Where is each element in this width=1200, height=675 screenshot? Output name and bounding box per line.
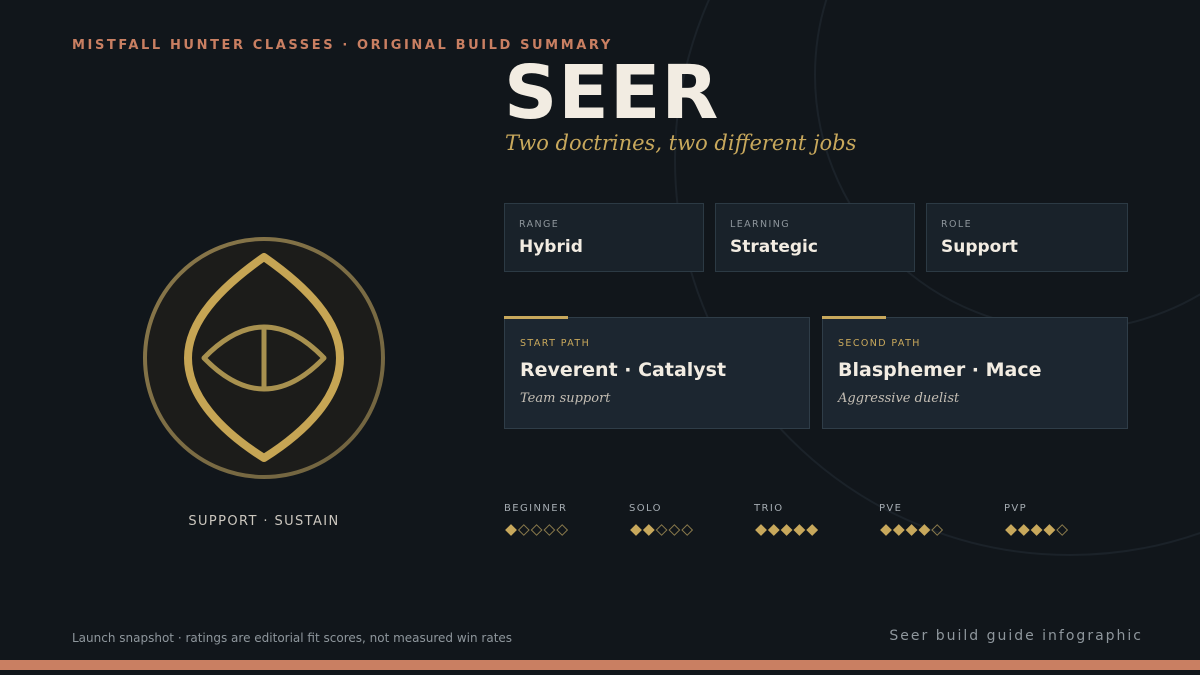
rating-label: SOLO [629, 503, 662, 514]
stat-card-range: RANGE Hybrid [504, 203, 704, 272]
rating-pvp: PVP [1004, 503, 1114, 537]
path-card-start: START PATH Reverent · Catalyst Team supp… [504, 316, 810, 429]
footer-note: Launch snapshot · ratings are editorial … [72, 631, 513, 645]
seer-eye-icon [143, 237, 385, 479]
rating-diamond-empty [530, 524, 543, 536]
emblem-label: SUPPORT · SUSTAIN [188, 514, 340, 529]
rating-diamond-filled [880, 524, 892, 536]
rating-diamond-filled [793, 524, 806, 536]
stat-value: Hybrid [519, 237, 583, 257]
stat-value: Strategic [730, 237, 818, 257]
stat-card-learning: LEARNING Strategic [715, 203, 915, 272]
rating-diamond-empty [543, 524, 556, 536]
rating-diamond-empty [931, 524, 944, 536]
rating-diamond-filled [755, 524, 767, 536]
rating-diamond-empty [556, 524, 569, 536]
rating-pips [630, 524, 694, 536]
rating-diamond-filled [642, 524, 655, 536]
path-accent-bar [822, 316, 886, 319]
path-card-second: SECOND PATH Blasphemer · Mace Aggressive… [822, 316, 1128, 429]
rating-diamond-filled [1017, 524, 1030, 536]
bottom-accent-bar [0, 660, 1200, 670]
rating-diamond-filled [505, 524, 517, 536]
page-title: SEER [504, 50, 720, 136]
rating-pve: PVE [879, 503, 989, 537]
rating-label: TRIO [754, 503, 784, 514]
path-accent-bar [504, 316, 568, 319]
stat-key: LEARNING [730, 219, 790, 230]
path-key: SECOND PATH [838, 338, 921, 349]
footer-credit: Seer build guide infographic [889, 628, 1143, 644]
rating-diamond-filled [892, 524, 905, 536]
rating-diamond-empty [655, 524, 668, 536]
rating-trio: TRIO [754, 503, 864, 537]
rating-diamond-filled [1005, 524, 1017, 536]
path-key: START PATH [520, 338, 591, 349]
rating-diamond-filled [767, 524, 780, 536]
rating-diamond-filled [1043, 524, 1056, 536]
rating-diamond-filled [905, 524, 918, 536]
rating-pips [505, 524, 569, 536]
rating-diamond-empty [1056, 524, 1069, 536]
rating-pips [1005, 524, 1069, 536]
rating-diamond-filled [780, 524, 793, 536]
rating-diamond-filled [918, 524, 931, 536]
stat-value: Support [941, 237, 1018, 257]
path-name: Reverent · Catalyst [520, 359, 727, 381]
rating-diamond-empty [681, 524, 694, 536]
stat-card-role: ROLE Support [926, 203, 1128, 272]
rating-diamond-filled [630, 524, 642, 536]
path-description: Team support [520, 391, 611, 406]
rating-pips [755, 524, 819, 536]
rating-diamond-empty [517, 524, 530, 536]
rating-diamond-filled [1030, 524, 1043, 536]
path-name: Blasphemer · Mace [838, 359, 1042, 381]
page-subtitle: Two doctrines, two different jobs [505, 131, 857, 155]
stat-key: RANGE [519, 219, 560, 230]
rating-pips [880, 524, 944, 536]
rating-diamond-filled [806, 524, 819, 536]
rating-label: PVE [879, 503, 903, 514]
rating-beginner: BEGINNER [504, 503, 614, 537]
stat-key: ROLE [941, 219, 972, 230]
path-description: Aggressive duelist [838, 391, 960, 406]
rating-label: PVP [1004, 503, 1028, 514]
rating-diamond-empty [668, 524, 681, 536]
rating-solo: SOLO [629, 503, 739, 537]
rating-label: BEGINNER [504, 503, 568, 514]
